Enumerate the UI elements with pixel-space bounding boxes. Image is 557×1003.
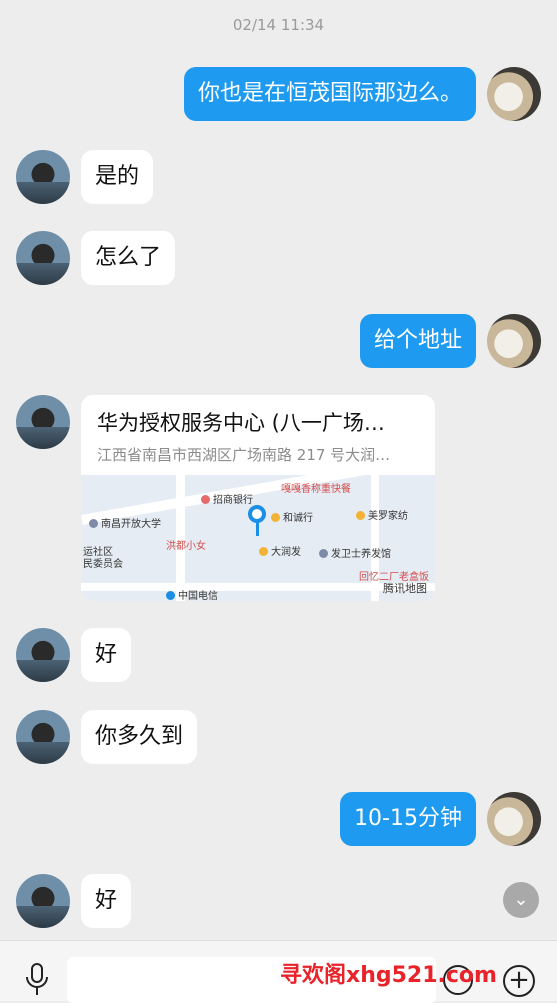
contact-avatar[interactable] [16, 395, 70, 449]
location-address: 江西省南昌市西湖区广场南路 217 号大润… [97, 446, 391, 464]
message-bubble-incoming[interactable]: 是的 [81, 150, 154, 204]
poi: 中国电信 [166, 587, 218, 601]
contact-avatar[interactable] [16, 628, 70, 682]
message-bubble-incoming[interactable]: 你多久到 [81, 710, 198, 764]
contact-avatar[interactable] [16, 150, 70, 204]
location-card[interactable]: 华为授权服务中心 (八一广场… 江西省南昌市西湖区广场南路 217 号大润… 招… [81, 395, 435, 601]
timestamp: 02/14 11:34 [232, 16, 325, 34]
poi: 发卫士养发馆 [319, 545, 391, 560]
poi: 大润发 [259, 543, 301, 558]
map-provider-logo: 腾讯地图 [383, 582, 427, 595]
voice-icon[interactable] [24, 963, 50, 997]
poi: 民委员会 [83, 559, 123, 570]
message-bubble-outgoing[interactable]: 你也是在恒茂国际那边么。 [183, 67, 476, 121]
my-avatar[interactable] [487, 67, 541, 121]
contact-avatar[interactable] [16, 874, 70, 928]
scroll-down-icon[interactable]: ⌄ [503, 882, 539, 918]
poi: 洪都小女 [166, 541, 206, 552]
message-bubble-incoming[interactable]: 好 [81, 874, 132, 928]
watermark: 寻欢阁xhg521.com [280, 963, 497, 988]
location-pin-stem [256, 522, 259, 536]
poi: 美罗家纺 [356, 507, 408, 522]
plus-icon[interactable]: + [503, 965, 535, 997]
location-title: 华为授权服务中心 (八一广场… [97, 411, 385, 435]
map-thumbnail[interactable]: 招商银行 嘎嘎香称重快餐 和诚行 美罗家纺 南昌开放大学 洪都小女 大润发 发卫… [81, 475, 435, 601]
contact-avatar[interactable] [16, 710, 70, 764]
message-bubble-outgoing[interactable]: 10-15分钟 [340, 792, 476, 846]
poi: 和诚行 [271, 509, 313, 524]
my-avatar[interactable] [487, 792, 541, 846]
message-bubble-outgoing[interactable]: 给个地址 [359, 314, 476, 368]
location-pin-icon [248, 505, 266, 523]
message-bubble-incoming[interactable]: 好 [81, 628, 132, 682]
poi: 南昌开放大学 [89, 515, 161, 530]
my-avatar[interactable] [487, 314, 541, 368]
message-bubble-incoming[interactable]: 怎么了 [81, 231, 176, 285]
poi: 嘎嘎香称重快餐 [281, 484, 351, 495]
poi: 招商银行 [201, 491, 253, 506]
contact-avatar[interactable] [16, 231, 70, 285]
